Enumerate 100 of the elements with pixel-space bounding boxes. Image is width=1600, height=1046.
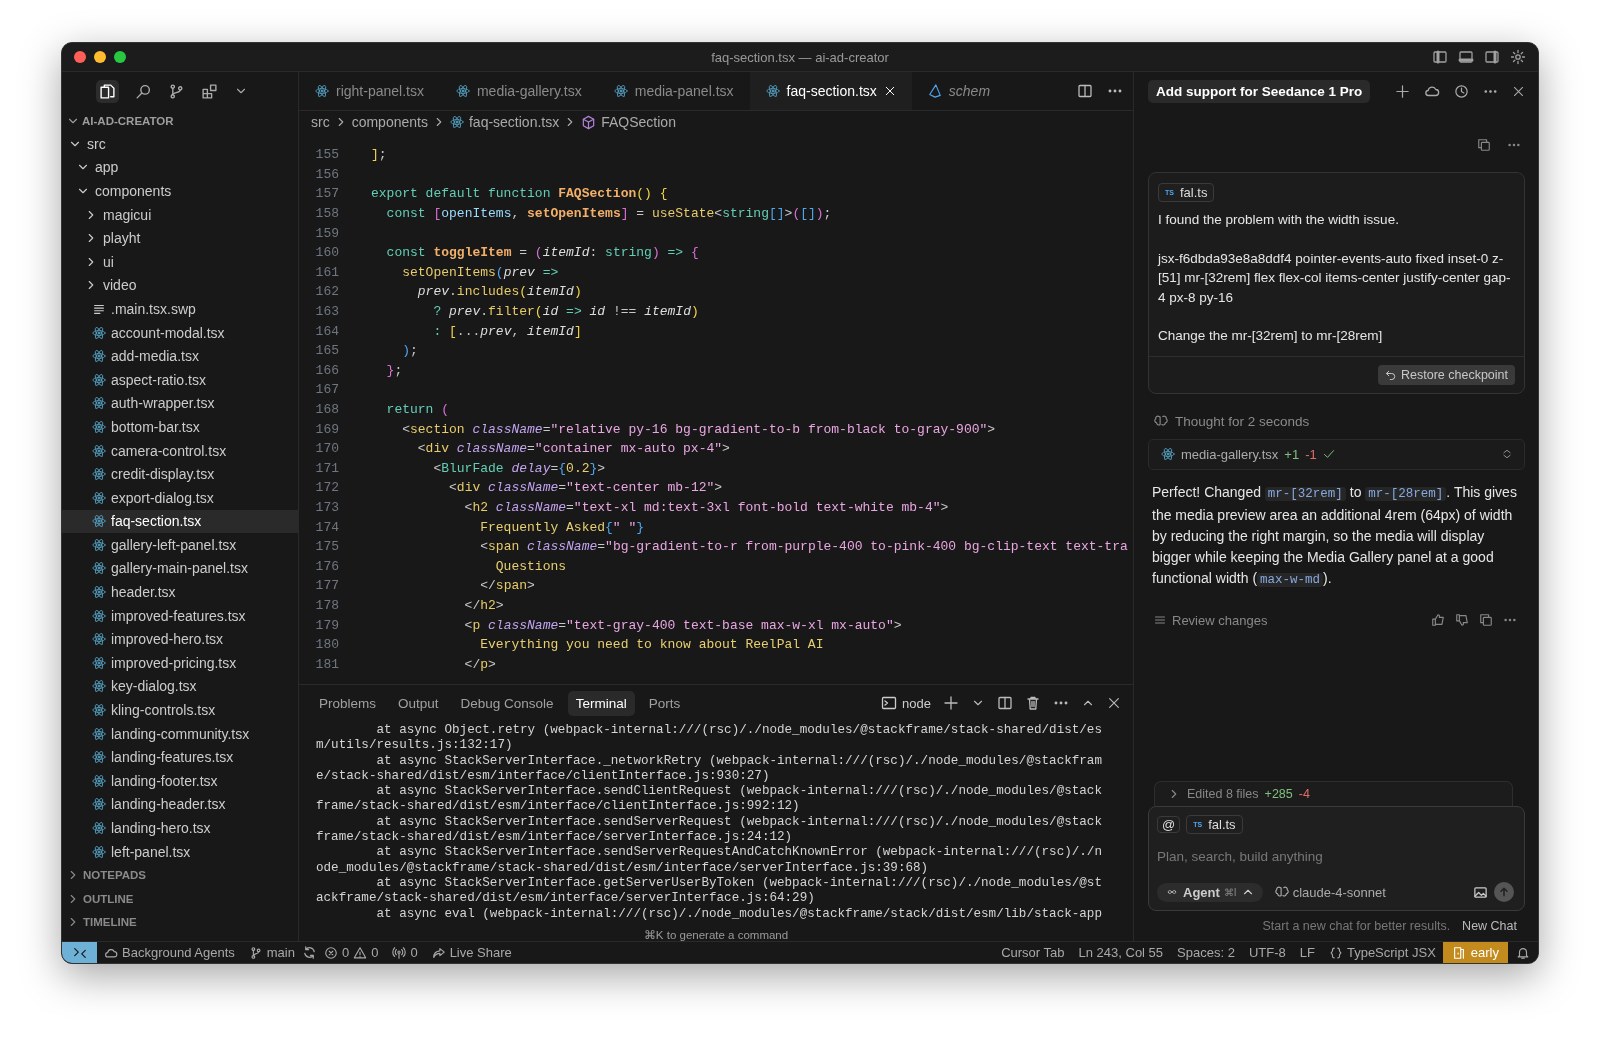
zoom-window-button[interactable] [114,51,126,63]
file-item[interactable]: gallery-left-panel.tsx [62,533,298,557]
file-item[interactable]: landing-features.tsx [62,745,298,770]
chat-title[interactable]: Add support for Seedance 1 Pro [1148,79,1371,103]
section-header[interactable]: NOTEPADS [62,863,298,887]
copy-icon[interactable] [1479,613,1493,627]
folder-item[interactable]: app [62,155,298,180]
file-item[interactable]: credit-display.tsx [62,462,298,486]
status-item[interactable]: Cursor Tab [994,945,1072,960]
extensions-icon[interactable] [201,82,218,100]
remote-button[interactable] [62,942,97,963]
split-terminal-icon[interactable] [997,695,1013,711]
expand-icon[interactable] [1502,448,1512,460]
file-item[interactable]: left-panel.tsx [62,839,298,864]
folder-item[interactable]: video [62,273,298,298]
folder-item[interactable]: src [62,132,298,156]
status-item[interactable]: LF [1292,945,1322,960]
panel-tab[interactable]: Debug Console [452,690,562,716]
file-item[interactable]: .main.tsx.swp [62,297,298,321]
breadcrumb[interactable]: src [311,114,330,130]
cloud-icon[interactable] [1424,83,1440,99]
split-editor-icon[interactable] [1077,83,1093,99]
language-button[interactable]: TypeScript JSX [1321,945,1443,960]
settings-icon[interactable] [1510,49,1526,65]
image-icon[interactable] [1473,884,1488,900]
thumbs-down-icon[interactable] [1455,613,1469,627]
file-item[interactable]: camera-control.tsx [62,438,298,463]
restore-checkpoint-button[interactable]: Restore checkpoint [1378,364,1515,385]
status-item[interactable]: UTF-8 [1241,945,1293,960]
panel-tab[interactable]: Problems [311,690,385,716]
copy-icon[interactable] [1477,138,1491,152]
bell-icon[interactable] [1516,945,1530,960]
file-item[interactable]: add-media.tsx [62,344,298,368]
file-item[interactable]: kling-controls.tsx [62,698,298,722]
close-icon[interactable] [883,85,896,97]
search-icon[interactable] [135,82,152,100]
file-item[interactable]: export-dialog.tsx [62,485,298,510]
problems-button[interactable]: 0 0 [316,945,386,960]
folder-item[interactable]: ui [62,249,298,274]
new-chat-link[interactable]: New Chat [1462,919,1517,941]
branch-button[interactable]: main [241,945,302,960]
file-item[interactable]: gallery-main-panel.tsx [62,556,298,581]
sidebar-layout-icon[interactable] [1432,49,1448,65]
plus-icon[interactable] [1395,83,1410,99]
folder-item[interactable]: playht [62,226,298,250]
mention-button[interactable]: @ [1157,816,1181,833]
folder-item[interactable]: magicui [62,202,298,227]
close-icon[interactable] [1107,696,1121,710]
status-item[interactable]: Spaces: 2 [1170,945,1242,960]
edited-file-row[interactable]: media-gallery.tsx +1 -1 [1148,438,1525,470]
background-agents-button[interactable]: Background Agents [97,945,242,960]
file-item[interactable]: auth-wrapper.tsx [62,391,298,416]
file-item[interactable]: header.tsx [62,580,298,604]
right-panel-layout-icon[interactable] [1484,49,1500,65]
breadcrumb[interactable]: faq-section.tsx [449,114,560,130]
files-icon[interactable] [99,82,116,100]
edited-files-bar[interactable]: Edited 8 files +285 -4 [1154,781,1513,806]
file-item[interactable]: landing-footer.tsx [62,769,298,793]
thought-label[interactable]: Thought for 2 seconds [1154,413,1525,429]
breadcrumb[interactable]: components [351,114,428,130]
close-window-button[interactable] [74,51,86,63]
thumbs-up-icon[interactable] [1431,613,1445,627]
review-changes-link[interactable]: Review changes [1154,612,1268,628]
ports-button[interactable]: 0 [385,945,425,960]
explorer-title[interactable]: AI-AD-CREATOR [62,110,298,132]
folder-item[interactable]: components [62,179,298,203]
breadcrumb[interactable]: FAQSection [581,114,676,130]
sync-icon[interactable] [301,945,317,960]
file-item[interactable]: landing-hero.tsx [62,816,298,840]
react-icon [92,585,106,600]
section-header[interactable]: TIMELINE [62,910,298,935]
section-header[interactable]: OUTLINE [62,887,298,911]
panel-tab[interactable]: Terminal [567,690,635,716]
panel-layout-icon[interactable] [1458,49,1474,65]
agent-mode-button[interactable]: Agent ⌘I [1157,882,1263,902]
file-item[interactable]: faq-section.tsx [62,509,298,534]
file-item[interactable]: improved-pricing.tsx [62,651,298,675]
file-item[interactable]: improved-features.tsx [62,603,298,628]
minimize-window-button[interactable] [94,51,106,63]
file-item[interactable]: bottom-bar.tsx [62,415,298,439]
status-item[interactable]: Ln 243, Col 55 [1071,945,1171,960]
source-control-icon[interactable] [168,82,185,100]
code-line: export default function FAQSection() { [371,186,668,202]
trash-icon[interactable] [1025,695,1041,711]
terminal-shell-button[interactable]: node [881,695,931,711]
file-item[interactable]: improved-hero.tsx [62,627,298,652]
model-button[interactable]: claude-4-sonnet [1268,883,1392,901]
file-item[interactable]: aspect-ratio.tsx [62,367,298,392]
file-item[interactable]: key-dialog.tsx [62,674,298,699]
live-share-button[interactable]: Live Share [424,945,519,960]
file-item[interactable]: landing-community.tsx [62,721,298,746]
editor-tab[interactable]: faq-section.tsx [749,72,912,110]
close-icon[interactable] [1512,84,1525,98]
file-item[interactable]: landing-header.tsx [62,792,298,817]
history-icon[interactable] [1454,83,1469,99]
plus-icon[interactable] [943,695,959,711]
file-item[interactable]: account-modal.tsx [62,320,298,345]
panel-tab[interactable]: Ports [640,690,689,716]
chat-input[interactable]: Plan, search, build anything [1157,849,1514,864]
panel-tab[interactable]: Output [390,690,447,716]
